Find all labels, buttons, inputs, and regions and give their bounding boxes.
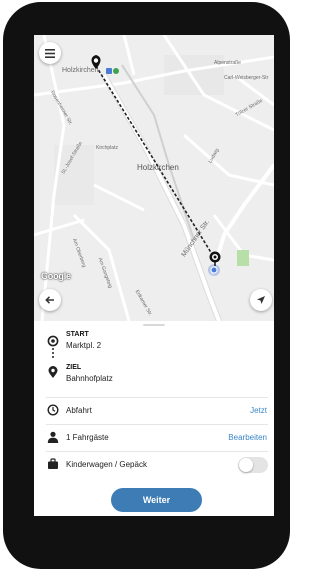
person-icon [47, 431, 59, 443]
departure-row[interactable]: Abfahrt Jetzt [34, 401, 274, 421]
divider [46, 451, 268, 452]
trip-sheet: START Marktpl. 2 ZIEL Bahnhofplatz Abfah… [34, 321, 274, 516]
route-connector [52, 348, 54, 360]
start-location-row[interactable]: START Marktpl. 2 [34, 331, 274, 357]
sheet-grabber[interactable] [143, 324, 165, 326]
divider [46, 424, 268, 425]
start-address: Marktpl. 2 [66, 341, 102, 350]
map-view[interactable]: Holzkirchen Holzkirchen Münchner Str. Al… [34, 35, 274, 321]
google-attribution: Google [41, 271, 71, 281]
edit-passengers-link[interactable]: Bearbeiten [228, 433, 267, 442]
map-label-road-e: Alpenstraße [214, 60, 241, 66]
park-area [237, 250, 249, 266]
map-label-road-g: Carl-Weisberger-Str [224, 75, 269, 81]
phone-frame: Holzkirchen Holzkirchen Münchner Str. Al… [3, 2, 290, 569]
train-station-icon [106, 68, 112, 74]
luggage-label: Kinderwagen / Gepäck [66, 460, 147, 469]
passengers-row[interactable]: 1 Fahrgäste Bearbeiten [34, 428, 274, 448]
clock-icon [47, 404, 59, 416]
menu-button[interactable] [39, 42, 61, 64]
current-location-dot [210, 266, 218, 274]
divider [46, 397, 268, 398]
start-title: START [66, 331, 89, 338]
map-label-station: Holzkirchen [62, 67, 99, 74]
luggage-row[interactable]: Kinderwagen / Gepäck [34, 455, 274, 475]
toggle-knob [239, 458, 253, 472]
departure-now-link[interactable]: Jetzt [250, 406, 267, 415]
suitcase-icon [48, 458, 58, 469]
destination-location-row[interactable]: ZIEL Bahnhofplatz [34, 364, 274, 390]
destination-address: Bahnhofplatz [66, 374, 113, 383]
bus-stop-icon [113, 68, 119, 74]
target-circle-icon [47, 335, 59, 347]
map-pin-icon [48, 366, 58, 378]
map-label-town: Holzkirchen [137, 163, 179, 172]
arrow-left-icon [45, 296, 54, 304]
destination-title: ZIEL [66, 364, 82, 371]
navigation-arrow-icon [257, 296, 265, 304]
menu-icon [45, 48, 55, 58]
app-screen: Holzkirchen Holzkirchen Münchner Str. Al… [34, 35, 274, 516]
luggage-toggle[interactable] [238, 457, 268, 473]
locate-me-button[interactable] [250, 289, 272, 311]
passengers-label: 1 Fahrgäste [66, 433, 109, 442]
map-label-road-j: Kirchplatz [96, 145, 118, 151]
back-button[interactable] [39, 289, 61, 311]
continue-button[interactable]: Weiter [111, 488, 202, 512]
departure-label: Abfahrt [66, 406, 92, 415]
